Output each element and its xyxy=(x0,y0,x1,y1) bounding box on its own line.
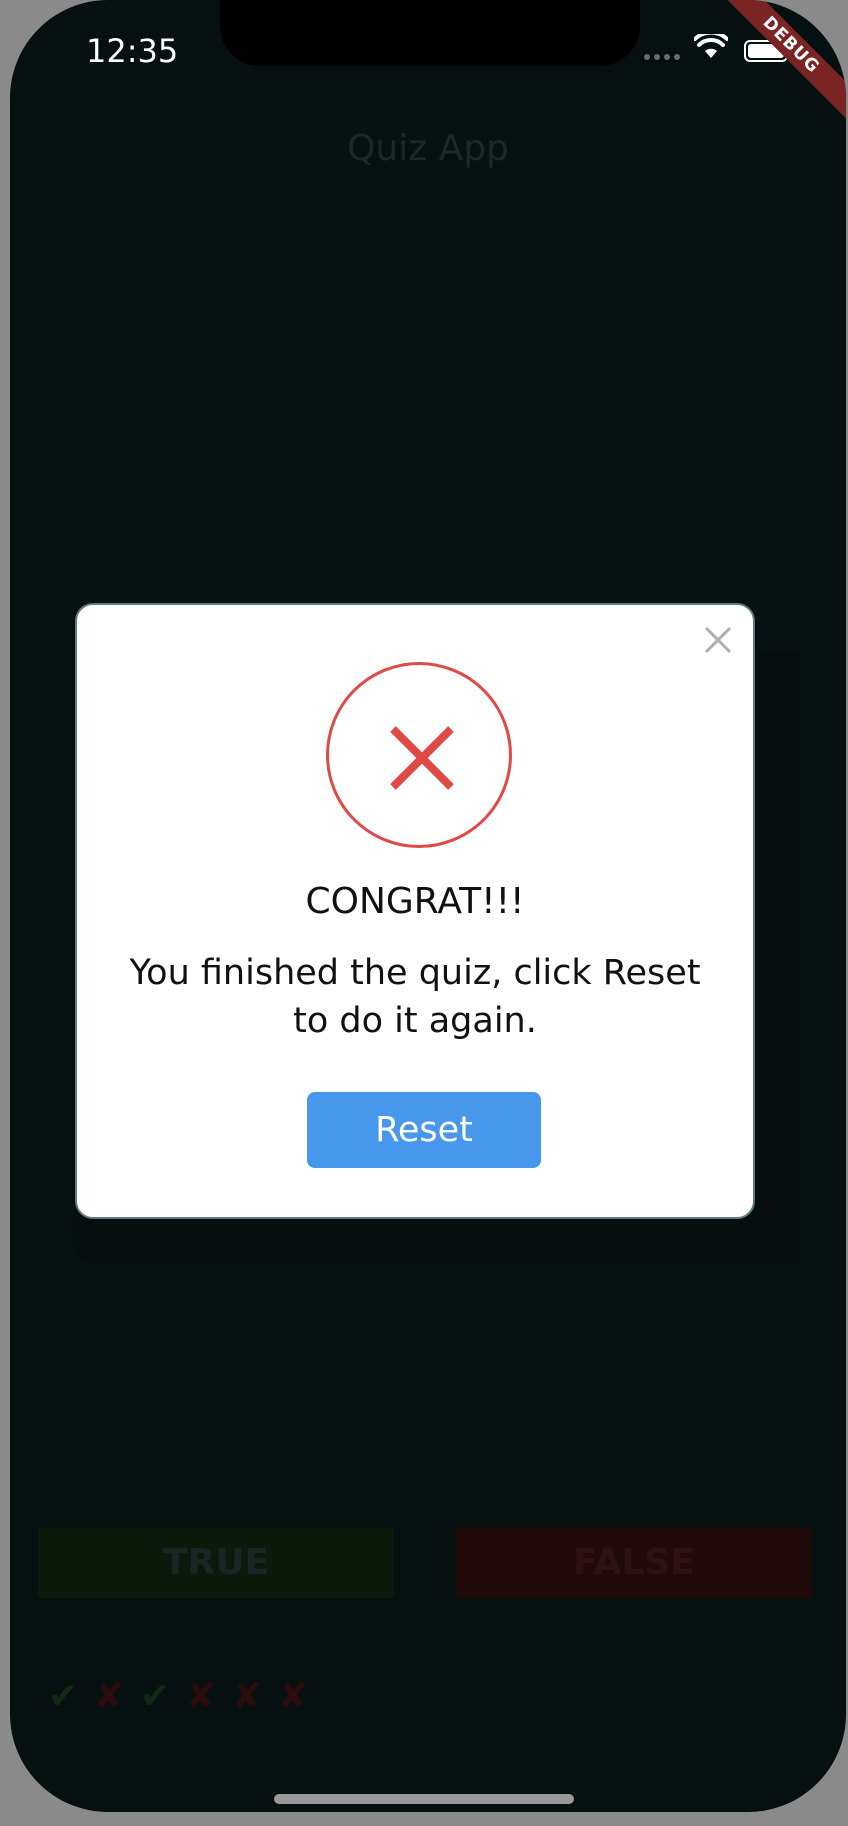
wrong-cross-icon: ✘ xyxy=(186,1676,217,1717)
cellular-signal-icon xyxy=(644,54,680,60)
status-time: 12:35 xyxy=(86,32,179,70)
home-indicator[interactable] xyxy=(274,1794,574,1804)
wifi-icon xyxy=(694,34,728,58)
app-title: Quiz App xyxy=(347,128,509,169)
error-x-icon xyxy=(326,662,512,848)
false-button[interactable]: FALSE xyxy=(456,1528,812,1598)
correct-check-icon: ✔ xyxy=(140,1676,171,1717)
wrong-cross-icon: ✘ xyxy=(278,1676,309,1717)
score-keeper: ✔ ✘ ✔ ✘ ✘ ✘ xyxy=(48,1676,308,1717)
true-button[interactable]: TRUE xyxy=(38,1528,394,1598)
reset-button[interactable]: Reset xyxy=(307,1092,541,1168)
dialog-title: CONGRAT!!! xyxy=(305,881,525,922)
result-dialog: CONGRAT!!! You finished the quiz, click … xyxy=(75,603,755,1219)
wrong-cross-icon: ✘ xyxy=(94,1676,125,1717)
device-notch xyxy=(220,0,640,66)
wrong-cross-icon: ✘ xyxy=(232,1676,263,1717)
dialog-message: You finished the quiz, click Reset to do… xyxy=(129,953,701,1041)
correct-check-icon: ✔ xyxy=(48,1676,79,1717)
close-icon[interactable] xyxy=(703,625,733,655)
